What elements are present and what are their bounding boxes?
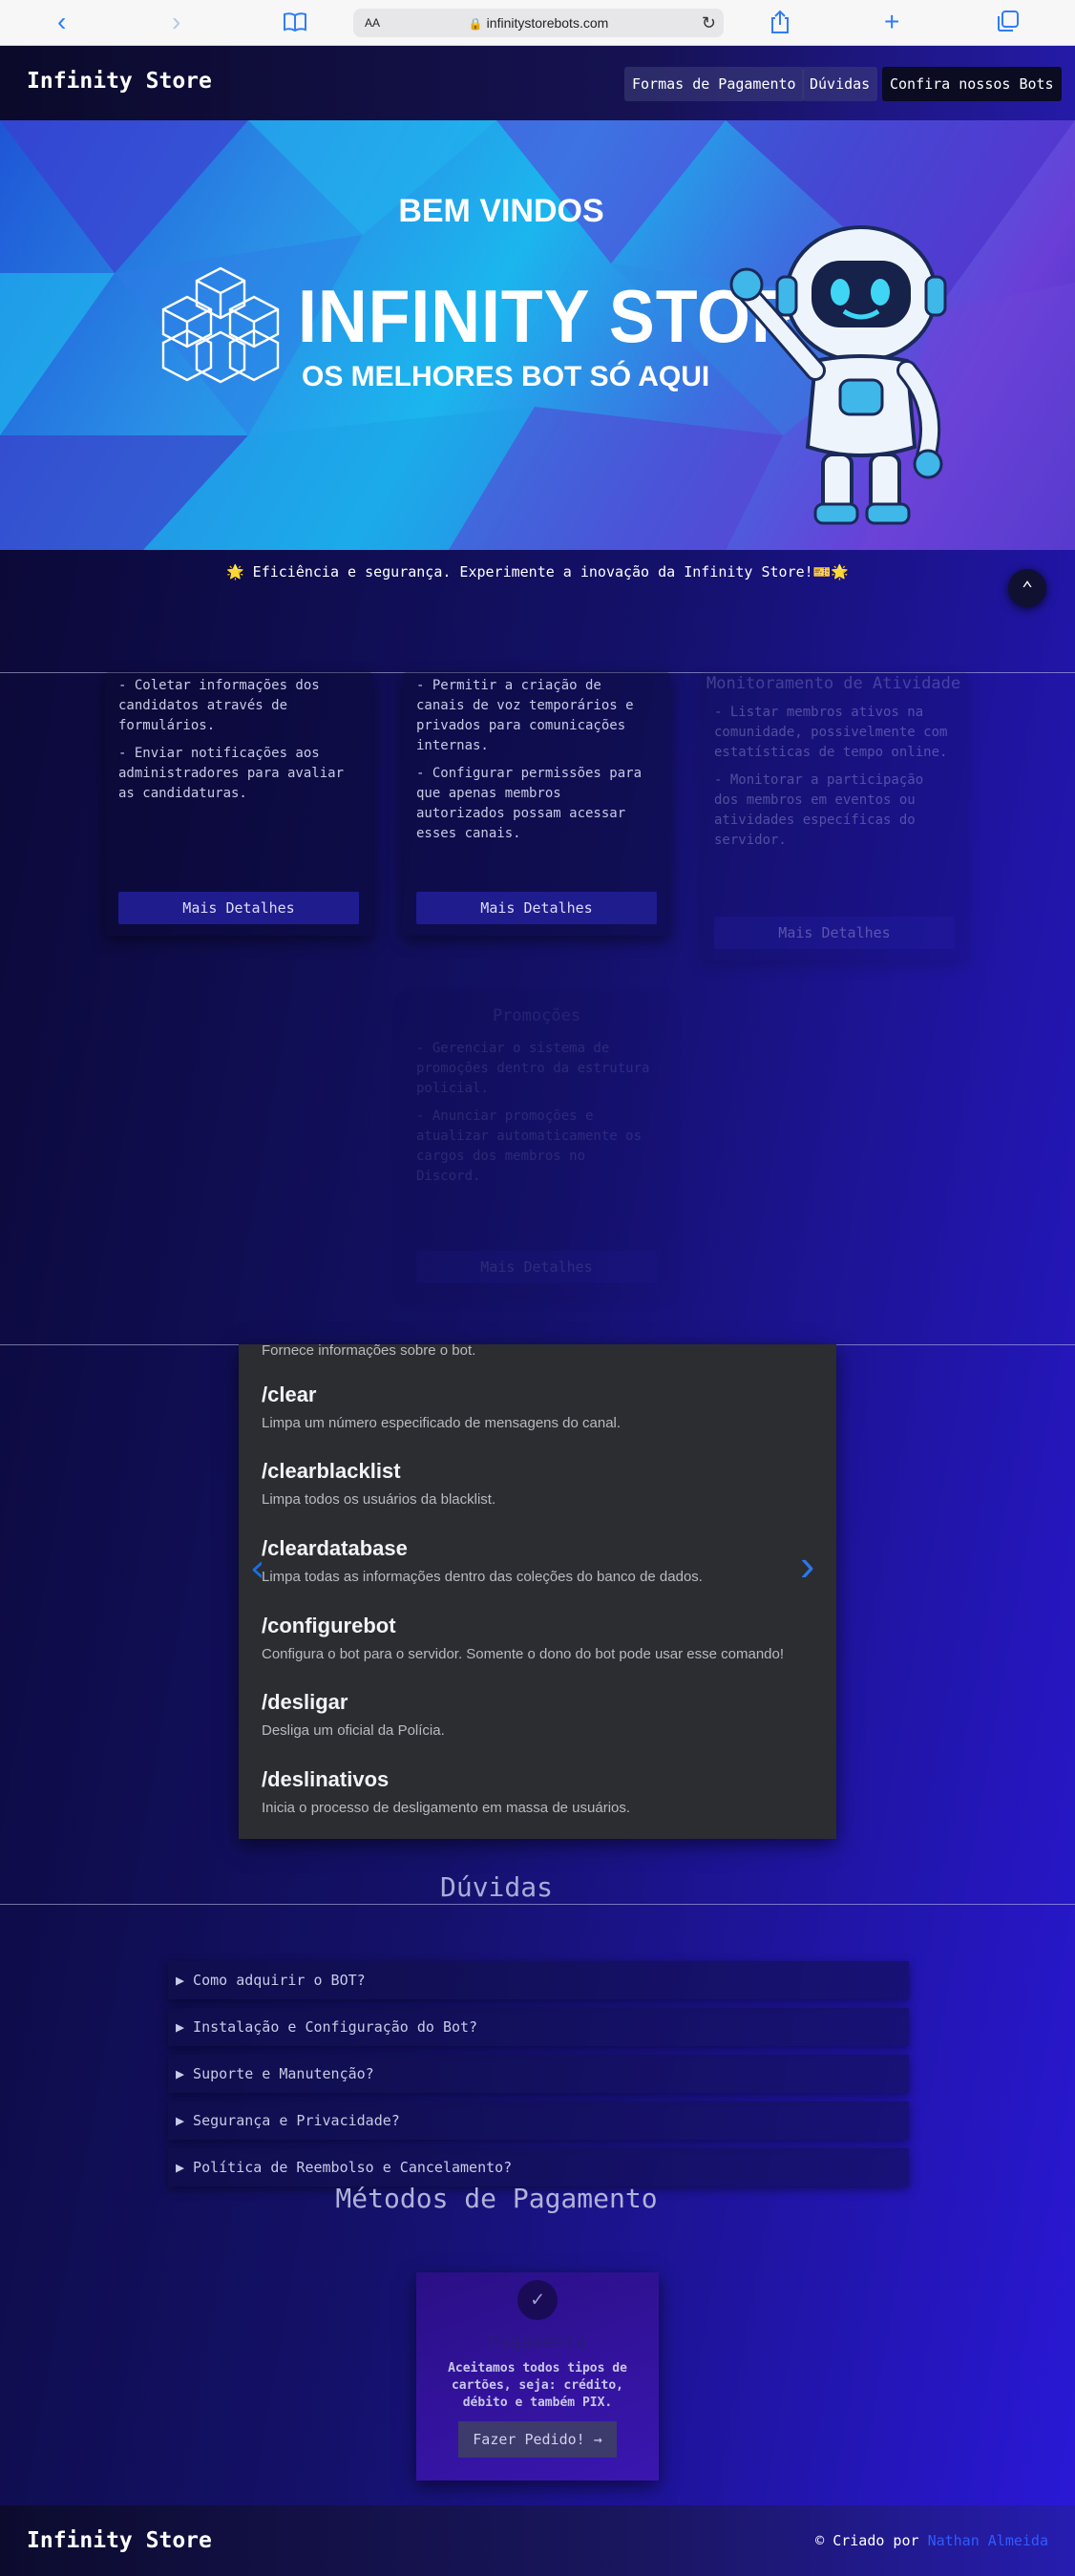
commands-carousel-slide: Fornece informações sobre o bot. /clear … xyxy=(239,1344,836,1839)
payment-card-text: Aceitamos todos tipos de cartões, seja: … xyxy=(448,2361,627,2410)
brand-logo-text[interactable]: Infinity Store xyxy=(27,69,212,94)
reload-icon[interactable]: ↻ xyxy=(702,9,716,37)
tagline-text: 🌟 Eficiência e segurança. Experimente a … xyxy=(225,563,850,581)
faq-item[interactable]: ▶ Como adquirir o BOT? xyxy=(168,1961,909,1999)
hero-subtitle: OS MELHORES BOT SÓ AQUI xyxy=(302,361,710,392)
tabs-icon[interactable] xyxy=(997,10,1020,38)
bookmarks-icon[interactable] xyxy=(283,10,307,38)
robot-mascot-icon xyxy=(729,225,947,525)
feature-card-line: - Listar membros ativos na comunidade, p… xyxy=(714,705,948,760)
feature-card-line: - Permitir a criação de canais de voz te… xyxy=(416,678,634,753)
chevron-up-icon: ⌃ xyxy=(1021,577,1034,600)
command-description: Fornece informações sobre o bot. xyxy=(262,1344,476,1359)
more-details-button[interactable]: Mais Detalhes xyxy=(416,892,657,924)
footer-credit: © Criado por Nathan Almeida xyxy=(815,2532,1048,2549)
faq-heading: Dúvidas xyxy=(439,1871,553,1903)
nav-faq-link[interactable]: Dúvidas xyxy=(802,67,878,101)
carousel-next-icon[interactable]: › xyxy=(800,1539,814,1591)
place-order-button[interactable]: Fazer Pedido! → xyxy=(458,2421,617,2458)
command-description: Limpa todos os usuários da blacklist. xyxy=(262,1491,496,1508)
back-icon[interactable]: ‹ xyxy=(57,8,66,36)
faq-item[interactable]: ▶ Suporte e Manutenção? xyxy=(168,2055,909,2093)
site-footer: Infinity Store © Criado por Nathan Almei… xyxy=(0,2505,1075,2576)
command-description: Limpa todas as informações dentro das co… xyxy=(262,1569,703,1585)
share-icon[interactable] xyxy=(769,10,790,40)
command-name: /deslinativos xyxy=(262,1767,390,1791)
command-name: /cleardatabase xyxy=(262,1536,408,1560)
footer-credit-prefix: © Criado por xyxy=(815,2532,928,2549)
site-navbar: Infinity Store Formas de Pagamento Dúvid… xyxy=(0,46,1075,120)
payment-heading: Métodos de Pagamento xyxy=(335,2183,658,2214)
feature-card-title: Promoções xyxy=(492,1006,581,1025)
more-details-button[interactable]: Mais Detalhes xyxy=(714,917,955,949)
feature-card-line: - Enviar notificações aos administradore… xyxy=(118,746,345,801)
forward-icon[interactable]: › xyxy=(172,8,180,36)
more-details-button[interactable]: Mais Detalhes xyxy=(416,1251,657,1283)
new-tab-icon[interactable]: + xyxy=(884,8,899,36)
command-description: Configura o bot para o servidor. Somente… xyxy=(262,1646,785,1662)
feature-card: Promoções - Gerenciar o sistema de promo… xyxy=(403,993,670,1295)
scroll-to-top-button[interactable]: ⌃ xyxy=(1008,569,1046,607)
feature-card-line: - Monitorar a participação dos membros e… xyxy=(714,772,924,848)
text-size-button[interactable]: AA xyxy=(365,9,380,37)
feature-card-line: - Gerenciar o sistema de promoções dentr… xyxy=(416,1041,650,1096)
payment-card: ✓ Pagamento Aceitamos todos tipos de car… xyxy=(416,2272,659,2481)
check-icon: ✓ xyxy=(517,2280,558,2320)
more-details-button[interactable]: Mais Detalhes xyxy=(118,892,359,924)
command-name: /configurebot xyxy=(262,1614,396,1637)
footer-brand: Infinity Store xyxy=(27,2528,212,2553)
carousel-prev-icon[interactable]: ‹ xyxy=(246,1547,269,1591)
url-text: infinitystorebots.com xyxy=(486,15,609,31)
author-link[interactable]: Nathan Almeida xyxy=(928,2532,1048,2549)
feature-card: Monitoramento de Atividade - Listar memb… xyxy=(701,672,968,961)
lock-icon: 🔒 xyxy=(468,17,483,31)
nav-payment-link[interactable]: Formas de Pagamento xyxy=(624,67,804,101)
feature-card-title: Monitoramento de Atividade xyxy=(706,674,961,693)
faq-item[interactable]: ▶ Política de Reembolso e Cancelamento? xyxy=(168,2148,909,2186)
command-name: /clear xyxy=(262,1383,317,1406)
command-name: /desligar xyxy=(262,1690,348,1714)
feature-card-line: - Anunciar promoções e atualizar automat… xyxy=(416,1109,643,1184)
faq-item[interactable]: ▶ Segurança e Privacidade? xyxy=(168,2101,909,2140)
command-description: Inicia o processo de desligamento em mas… xyxy=(262,1800,631,1816)
feature-card: - Coletar informações dos candidatos atr… xyxy=(105,672,372,936)
command-description: Limpa um número especificado de mensagen… xyxy=(262,1415,622,1431)
command-description: Desliga um oficial da Polícia. xyxy=(262,1722,445,1739)
address-bar[interactable]: AA 🔒 infinitystorebots.com ↻ xyxy=(353,9,724,37)
section-divider xyxy=(0,1904,1075,1905)
command-name: /clearblacklist xyxy=(262,1459,401,1483)
hero-banner: BEM VINDOS INFINITY STORE OS MELHORES BO… xyxy=(0,120,1075,550)
feature-card-line: - Configurar permissões para que apenas … xyxy=(416,766,643,841)
cube-logo-icon xyxy=(161,266,280,384)
browser-toolbar: ‹ › AA 🔒 infinitystorebots.com ↻ + xyxy=(0,0,1075,46)
feature-card-line: - Coletar informações dos candidatos atr… xyxy=(118,678,320,733)
nav-bots-button[interactable]: Confira nossos Bots xyxy=(882,67,1062,101)
feature-card: - Permitir a criação de canais de voz te… xyxy=(403,672,670,936)
payment-card-title: Pagamento xyxy=(488,2332,587,2353)
faq-item[interactable]: ▶ Instalação e Configuração do Bot? xyxy=(168,2008,909,2046)
